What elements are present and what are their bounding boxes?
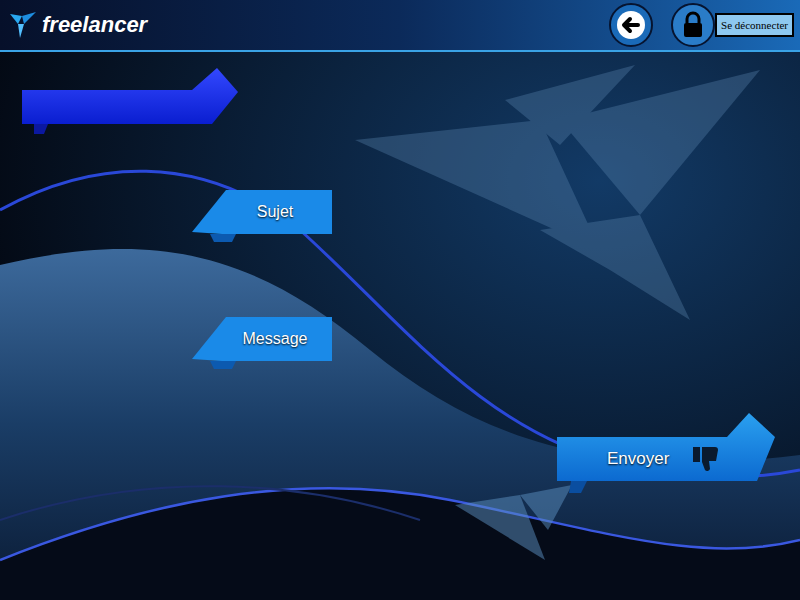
lock-icon [682, 11, 704, 39]
field-label: Sujet [222, 190, 328, 234]
back-button[interactable] [609, 3, 653, 47]
send-label: Envoyer [607, 446, 669, 472]
logout-button[interactable]: Se déconnecter [715, 13, 794, 38]
bird-logo-icon [8, 10, 38, 40]
thumbs-down-icon [691, 444, 721, 474]
field-label-ribbon[interactable]: Message [192, 317, 332, 369]
field-label: Message [222, 317, 328, 361]
lock-button[interactable] [671, 3, 715, 47]
logo[interactable]: freelancer [8, 10, 147, 40]
title-banner-icon [22, 68, 238, 150]
app-screen: freelancer Se déconnect [0, 0, 800, 600]
back-arrow-icon [616, 10, 646, 40]
field-list: Sujet Message [22, 190, 775, 369]
message-form: Sujet Message Envoyer [0, 52, 800, 600]
logo-text: freelancer [42, 14, 147, 36]
top-bar: freelancer Se déconnect [0, 0, 800, 52]
field-label-ribbon[interactable]: Sujet [192, 190, 332, 242]
send-button[interactable]: Envoyer [557, 413, 775, 495]
